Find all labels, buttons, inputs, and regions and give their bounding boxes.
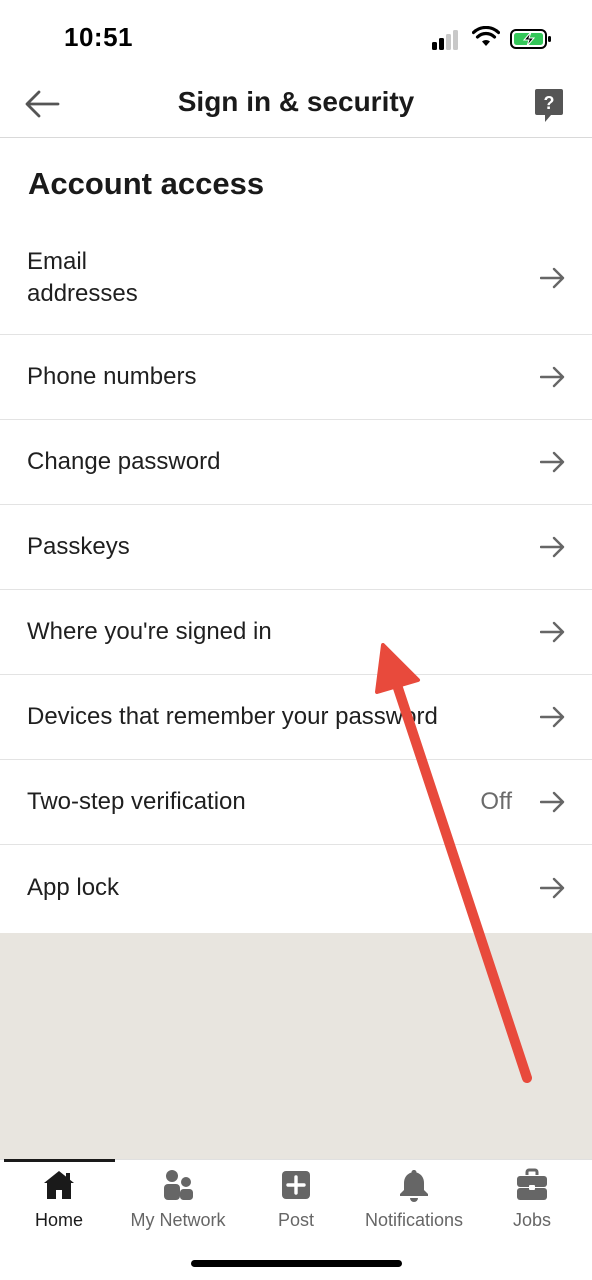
row-label: App lock: [27, 873, 120, 901]
row-label: Where you're signed in: [27, 618, 272, 645]
where-signed-in-row[interactable]: Where you're signed in: [0, 590, 592, 675]
tab-post[interactable]: Post: [270, 1168, 322, 1238]
navigation-header: Sign in & security ?: [0, 72, 592, 138]
row-label: Passkeys: [27, 533, 130, 560]
help-button[interactable]: ?: [534, 88, 564, 124]
tab-label: My Network: [130, 1210, 226, 1230]
arrow-right-icon: [540, 706, 565, 728]
plus-square-icon: [282, 1171, 310, 1199]
status-time: 10:51: [64, 22, 133, 52]
arrow-right-icon: [540, 621, 565, 643]
status-bar: 10:51: [0, 0, 592, 72]
tab-home[interactable]: Home: [30, 1168, 88, 1238]
arrow-right-icon: [540, 877, 565, 898]
home-icon: [44, 1171, 74, 1199]
svg-text:?: ?: [544, 93, 555, 113]
row-label: Phone numbers: [27, 363, 197, 390]
row-label: Email addresses: [27, 248, 138, 307]
help-icon: ?: [535, 89, 563, 122]
arrow-right-icon: [540, 451, 565, 473]
wifi-icon: [472, 26, 500, 46]
cellular-signal-icon: [432, 30, 464, 50]
battery-charging-icon: [510, 29, 551, 49]
empty-background-area: [0, 933, 592, 1159]
bell-icon: [400, 1170, 428, 1202]
settings-list: Email addresses Phone numbers Change pas…: [0, 222, 592, 930]
two-step-status-value: Off: [480, 788, 512, 815]
devices-remember-password-row[interactable]: Devices that remember your password: [0, 675, 592, 760]
arrow-right-icon: [540, 536, 565, 558]
row-label: Devices that remember your password: [27, 703, 438, 730]
tab-label: Home: [34, 1210, 83, 1230]
tab-my-network[interactable]: My Network: [124, 1168, 232, 1238]
arrow-right-icon: [540, 791, 565, 813]
tab-label: Notifications: [364, 1210, 464, 1230]
change-password-row[interactable]: Change password: [0, 420, 592, 505]
row-label: Change password: [27, 448, 221, 475]
tab-jobs[interactable]: Jobs: [508, 1168, 556, 1238]
passkeys-row[interactable]: Passkeys: [0, 505, 592, 590]
row-label: Two-step verification: [27, 788, 246, 815]
tab-notifications[interactable]: Notifications: [358, 1168, 470, 1238]
two-step-verification-row[interactable]: Two-step verification Off: [0, 760, 592, 845]
arrow-right-icon: [540, 366, 565, 388]
section-title: Account access: [28, 166, 265, 201]
email-addresses-row[interactable]: Email addresses: [0, 222, 592, 335]
people-icon: [164, 1170, 193, 1200]
home-indicator: [191, 1260, 402, 1267]
app-lock-row[interactable]: App lock: [0, 845, 592, 930]
active-tab-indicator: [4, 1159, 115, 1162]
tab-label: Post: [277, 1210, 315, 1230]
arrow-right-icon: [540, 267, 565, 289]
tab-label: Jobs: [512, 1210, 552, 1230]
phone-numbers-row[interactable]: Phone numbers: [0, 335, 592, 420]
briefcase-icon: [517, 1168, 547, 1200]
page-title: Sign in & security: [177, 86, 415, 117]
